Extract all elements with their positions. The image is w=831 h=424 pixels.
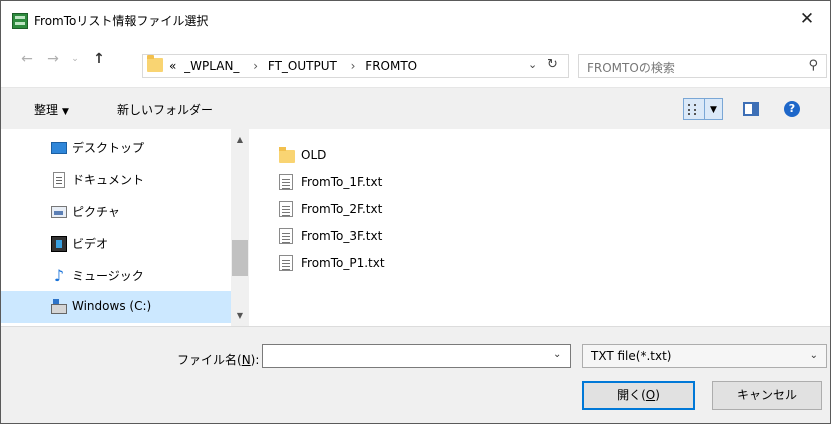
filename-dropdown-chevron-icon[interactable]: ⌄ <box>553 349 561 360</box>
back-button[interactable]: ← <box>17 49 37 69</box>
breadcrumb-separator-icon[interactable]: › <box>351 59 356 73</box>
address-dropdown-chevron-icon[interactable]: ⌄ <box>528 58 537 71</box>
up-button[interactable]: ↑ <box>89 49 109 69</box>
command-bar: 整理 ▼ 新しいフォルダー ▼ ? <box>1 87 830 129</box>
breadcrumb: « _WPLAN_ › FT_OUTPUT › FROMTO <box>169 59 421 73</box>
sidebar-item-label: ピクチャ <box>72 205 120 219</box>
text-file-icon <box>279 174 293 190</box>
sidebar-item-desktop[interactable]: デスクトップ <box>1 131 231 163</box>
new-folder-button[interactable]: 新しいフォルダー <box>117 101 213 118</box>
sidebar-item-music[interactable]: ♪ ミュージック <box>1 259 231 291</box>
file-type-value: TXT file(*.txt) <box>591 349 672 363</box>
search-icon[interactable]: ⚲ <box>808 58 818 73</box>
filename-accesskey: N <box>241 353 251 367</box>
filename-label: ファイル名(N): <box>177 351 259 368</box>
sidebar-item-videos[interactable]: ビデオ <box>1 227 231 259</box>
refresh-icon[interactable]: ↻ <box>547 57 558 72</box>
address-bar[interactable]: « _WPLAN_ › FT_OUTPUT › FROMTO ⌄ ↻ <box>142 54 569 78</box>
pictures-icon <box>51 206 67 218</box>
title-bar[interactable]: FromToリスト情報ファイル選択 ✕ <box>1 1 830 37</box>
filename-input[interactable] <box>262 344 571 368</box>
documents-icon <box>53 172 65 188</box>
navigation-pane: デスクトップ ドキュメント ピクチャ ビデオ ♪ ミュージック Windows … <box>1 129 251 326</box>
organize-label: 整理 <box>34 103 59 117</box>
preview-pane-icon[interactable] <box>743 102 759 116</box>
cancel-button[interactable]: キャンセル <box>712 381 822 410</box>
videos-icon <box>51 236 67 252</box>
filename-label-suffix: ): <box>250 353 260 367</box>
view-details-icon[interactable] <box>683 98 705 120</box>
file-type-chevron-icon: ⌄ <box>809 350 818 361</box>
list-item[interactable]: FromTo_3F.txt <box>279 226 459 246</box>
breadcrumb-separator-icon[interactable]: › <box>253 59 258 73</box>
list-item[interactable]: FromTo_1F.txt <box>279 172 459 192</box>
sidebar-item-label: ビデオ <box>72 237 109 251</box>
window-title: FromToリスト情報ファイル選択 <box>34 14 209 28</box>
text-file-icon <box>279 228 293 244</box>
breadcrumb-item[interactable]: FROMTO <box>365 59 417 73</box>
forward-button[interactable]: → <box>43 49 63 69</box>
file-name: FromTo_2F.txt <box>301 202 383 216</box>
breadcrumb-overflow[interactable]: « <box>169 59 176 73</box>
recent-locations-chevron-icon[interactable]: ⌄ <box>68 49 82 69</box>
open-accesskey: O <box>645 388 656 402</box>
list-item[interactable]: FromTo_P1.txt <box>279 253 459 273</box>
file-open-dialog: FromToリスト情報ファイル選択 ✕ ← → ⌄ ↑ « _WPLAN_ › … <box>0 0 831 424</box>
close-button[interactable]: ✕ <box>784 1 830 37</box>
open-button[interactable]: 開く(O) <box>582 381 695 410</box>
list-item[interactable]: OLD <box>279 145 459 165</box>
view-options-dropdown[interactable]: ▼ <box>705 98 723 120</box>
text-file-icon <box>279 255 293 271</box>
breadcrumb-item[interactable]: FT_OUTPUT <box>268 59 337 73</box>
sidebar-item-windows-c[interactable]: Windows (C:) <box>1 291 231 323</box>
file-name: FromTo_P1.txt <box>301 256 385 270</box>
caret-down-icon: ▼ <box>62 107 69 117</box>
file-type-select[interactable]: TXT file(*.txt) ⌄ <box>582 344 827 368</box>
drive-icon <box>51 299 67 314</box>
music-icon: ♪ <box>53 266 65 285</box>
folder-icon <box>147 55 163 72</box>
text-file-icon <box>279 201 293 217</box>
file-name: OLD <box>301 148 327 162</box>
sidebar-item-label: Windows (C:) <box>72 299 152 313</box>
file-name: FromTo_3F.txt <box>301 229 383 243</box>
search-box[interactable]: FROMTOの検索 ⚲ <box>578 54 827 78</box>
scroll-up-icon[interactable]: ▲ <box>231 135 249 144</box>
scrollbar-thumb[interactable] <box>232 240 248 276</box>
search-input[interactable]: FROMTOの検索 <box>587 59 675 76</box>
open-label-suffix: ) <box>655 388 660 402</box>
filename-label-text: ファイル名( <box>177 353 242 367</box>
open-label: 開く( <box>617 388 646 402</box>
file-list: OLD FromTo_1F.txt FromTo_2F.txt FromTo_3… <box>253 129 830 326</box>
folder-icon <box>279 147 295 163</box>
dialog-footer: ファイル名(N): ⌄ TXT file(*.txt) ⌄ 開く(O) キャンセ… <box>1 326 830 423</box>
navigation-row: ← → ⌄ ↑ « _WPLAN_ › FT_OUTPUT › FROMTO ⌄… <box>1 37 830 78</box>
scroll-down-icon[interactable]: ▼ <box>231 311 249 320</box>
app-icon <box>12 13 28 29</box>
sidebar-item-label: デスクトップ <box>72 141 145 155</box>
sidebar-item-documents[interactable]: ドキュメント <box>1 163 231 195</box>
sidebar-item-label: ミュージック <box>72 269 144 283</box>
file-name: FromTo_1F.txt <box>301 175 383 189</box>
list-item[interactable]: FromTo_2F.txt <box>279 199 459 219</box>
sidebar-item-pictures[interactable]: ピクチャ <box>1 195 231 227</box>
sidebar-scrollbar[interactable]: ▲ ▼ <box>231 129 249 326</box>
sidebar-item-label: ドキュメント <box>72 173 145 187</box>
help-icon[interactable]: ? <box>784 101 800 117</box>
organize-button[interactable]: 整理 ▼ <box>34 101 69 118</box>
desktop-icon <box>51 142 67 154</box>
breadcrumb-item[interactable]: _WPLAN_ <box>184 59 239 73</box>
